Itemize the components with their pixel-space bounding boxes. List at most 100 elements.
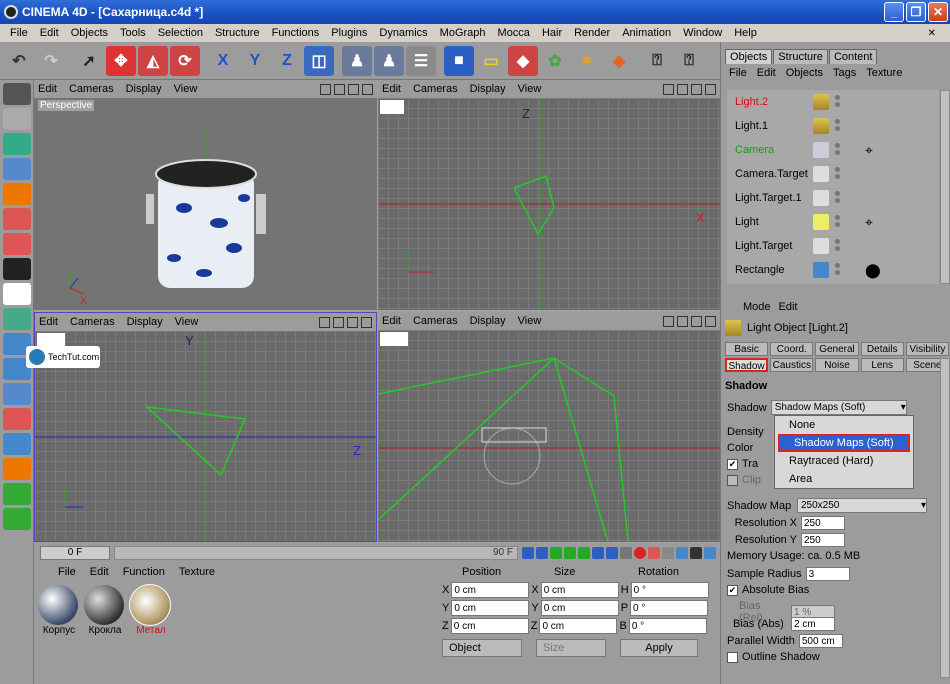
maximize-view-icon[interactable] [705,315,716,327]
menu-render[interactable]: Render [568,27,616,39]
vp-menu-view[interactable]: View [518,83,542,95]
help-cursor-icon[interactable]: ⍰ [642,46,672,76]
tab-noise[interactable]: Noise [815,358,859,372]
outline-shadow-checkbox[interactable] [727,651,738,663]
menu-file[interactable]: File [4,27,34,39]
move-view-icon[interactable] [319,316,330,328]
resolution-x-field[interactable]: 250 [801,516,845,530]
option-raytraced-hard[interactable]: Raytraced (Hard) [775,452,913,470]
clip-checkbox[interactable] [727,474,738,486]
menu-selection[interactable]: Selection [152,27,209,39]
y-axis-icon[interactable]: Y [240,46,270,76]
viewport-right[interactable]: Edit Cameras Display View [378,312,720,542]
vp-menu-edit[interactable]: Edit [38,83,57,95]
render-view-icon[interactable]: ♟ [342,45,372,76]
z-axis-icon[interactable]: Z [272,46,302,76]
move-view-icon[interactable] [320,83,331,95]
move-icon[interactable]: ✥ [106,45,136,76]
vp-menu-cameras[interactable]: Cameras [413,83,458,95]
target-tag-icon[interactable]: ⌖ [865,214,873,231]
rotate-view-icon[interactable] [347,316,358,328]
obj-menu-objects[interactable]: Objects [786,67,823,79]
tweak-mode-icon[interactable] [3,408,31,430]
apply-button[interactable]: Apply [620,639,698,657]
shadow-map-select[interactable]: 250x250 ▾ [797,498,927,513]
cube-object-icon[interactable]: ■ [444,45,474,76]
rotation-h-field[interactable]: 0 ° [630,582,709,598]
tab-general[interactable]: General [815,342,859,356]
select-arrow-icon[interactable]: ➚ [74,46,104,76]
position-z-field[interactable]: 0 cm [450,618,529,634]
tab-content[interactable]: Content [828,49,878,64]
tab-objects[interactable]: Objects [725,49,773,64]
menu-dynamics[interactable]: Dynamics [373,27,433,39]
maximize-view-icon[interactable] [705,83,716,95]
tab-lens[interactable]: Lens [860,358,904,372]
viewport-perspective[interactable]: Edit Cameras Display View Perspective X [34,80,377,310]
vp-menu-edit[interactable]: Edit [382,83,401,95]
edges-tool-icon[interactable] [3,208,31,230]
object-row-light[interactable]: Light ⌖ [727,210,939,234]
timeline-track[interactable]: 90 F [114,546,518,560]
maximize-view-icon[interactable] [361,316,372,328]
context-help-icon[interactable]: ⍰ [674,46,704,76]
menu-functions[interactable]: Functions [266,27,326,39]
size-z-field[interactable]: 0 cm [539,618,618,634]
vp-menu-cameras[interactable]: Cameras [413,315,458,327]
vp-menu-display[interactable]: Display [126,83,162,95]
mat-menu-texture[interactable]: Texture [179,566,215,578]
shadow-type-select[interactable]: Shadow Maps (Soft) ▾ [770,400,907,415]
current-frame[interactable]: 0 F [40,546,110,560]
object-row-camera-target[interactable]: Camera.Target [727,162,939,186]
object-row-light-target1[interactable]: Light.Target.1 [727,186,939,210]
coord-mode-select[interactable]: Object [442,639,522,657]
rotation-p-field[interactable]: 0 ° [630,600,709,616]
object-row-light1[interactable]: Light.1 [727,114,939,138]
rotate-view-icon[interactable] [691,83,702,95]
menu-edit[interactable]: Edit [34,27,65,39]
zoom-view-icon[interactable] [677,83,688,95]
play-forward-icon[interactable] [578,547,590,559]
render-picture-viewer-icon[interactable]: ♟ [374,45,404,76]
maximize-button[interactable]: ❐ [906,2,926,22]
scale-icon[interactable]: ◭ [138,45,168,76]
menu-window[interactable]: Window [677,27,728,39]
obj-menu-texture[interactable]: Texture [866,67,902,79]
autokey-icon[interactable] [648,547,660,559]
go-to-start-icon[interactable] [522,547,534,559]
deformer-icon[interactable]: ✶ [572,46,602,76]
polygons-tool-icon[interactable] [3,233,31,255]
vp-menu-edit[interactable]: Edit [39,316,58,328]
close-button[interactable]: ✕ [928,2,948,22]
mat-menu-function[interactable]: Function [123,566,165,578]
texture-tool-icon[interactable] [3,258,31,280]
play-backward-icon[interactable] [550,547,562,559]
use-object-axis-icon[interactable] [3,158,31,180]
move-view-icon[interactable] [663,83,674,95]
transparency-checkbox[interactable]: ✔ [727,458,738,470]
vp-menu-edit[interactable]: Edit [382,315,401,327]
parallel-width-field[interactable]: 500 cm [798,634,843,648]
vp-menu-display[interactable]: Display [470,83,506,95]
use-model-tool-icon[interactable] [3,108,31,130]
coord-system-icon[interactable]: ◫ [304,45,334,76]
object-row-light2[interactable]: Light.2 [727,90,939,114]
tab-caustics[interactable]: Caustics [770,358,814,372]
viewport-top[interactable]: Edit Cameras Display View Z X [378,80,720,310]
spline-icon[interactable]: ▭ [476,46,506,76]
menu-plugins[interactable]: Plugins [325,27,373,39]
locked-workplane-icon[interactable] [3,483,31,505]
key-parameter-icon[interactable] [690,547,702,559]
size-y-field[interactable]: 0 cm [540,600,619,616]
menu-animation[interactable]: Animation [616,27,677,39]
material-item[interactable]: Метал [129,584,172,636]
attributes-scrollbar[interactable] [940,358,950,678]
option-shadow-maps-soft[interactable]: Shadow Maps (Soft) [778,434,910,452]
next-key-icon[interactable] [592,547,604,559]
vp-menu-display[interactable]: Display [470,315,506,327]
menu-close-icon[interactable]: ✕ [922,28,942,39]
absolute-bias-checkbox[interactable]: ✔ [727,584,738,596]
size-mode-select[interactable]: Size [536,639,606,657]
target-tag-icon[interactable]: ⌖ [865,142,873,159]
record-icon[interactable] [634,547,646,559]
